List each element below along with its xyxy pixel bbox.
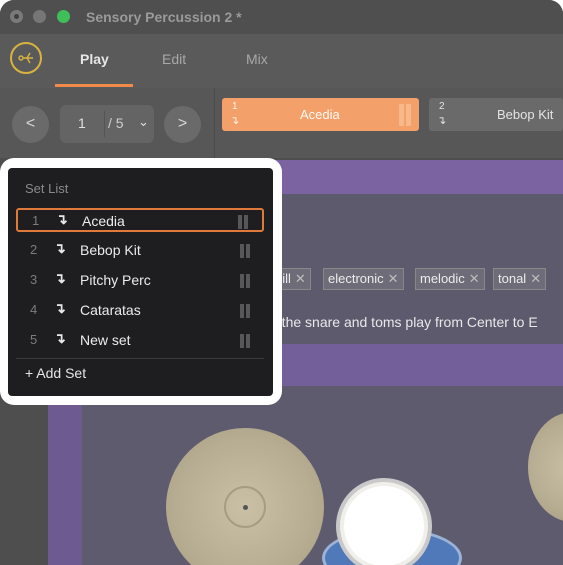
- return-arrow-icon: ↴: [54, 300, 66, 316]
- drag-handle-icon[interactable]: [399, 104, 413, 126]
- tag-label: tonal: [498, 271, 527, 286]
- divider: [214, 88, 215, 158]
- set-number: 2: [30, 242, 38, 257]
- divider: [16, 358, 264, 359]
- remove-tag-icon[interactable]: ✕: [530, 271, 541, 286]
- set-number: 3: [30, 272, 38, 287]
- tag-chip[interactable]: tonal ✕: [493, 268, 547, 290]
- window-title: Sensory Percussion 2 *: [86, 9, 242, 25]
- set-name: Pitchy Perc: [80, 272, 151, 288]
- logo-icon[interactable]: [10, 42, 42, 74]
- title-bar: Sensory Percussion 2 *: [0, 0, 563, 34]
- total-sets: / 5: [108, 115, 124, 131]
- return-arrow-icon: ↴: [54, 330, 66, 346]
- set-number: 4: [30, 302, 38, 317]
- set-chip-1[interactable]: 1 ↴ Acedia: [222, 98, 419, 131]
- current-set-number: 1: [78, 115, 86, 131]
- next-set-button[interactable]: >: [164, 106, 201, 143]
- minimize-window-button[interactable]: [33, 10, 46, 23]
- set-controls-bar: < 1 / 5 ⌄ > 1 ↴ Acedia 2 ↴ Bebop Kit: [0, 88, 563, 158]
- return-arrow-icon: ↴: [437, 115, 447, 127]
- set-name: Cataratas: [80, 302, 141, 318]
- main-nav: Play Edit Mix: [0, 34, 563, 89]
- return-arrow-icon: ↴: [54, 270, 66, 286]
- return-arrow-icon: ↴: [230, 115, 240, 127]
- set-list-item[interactable]: 4 ↴ Cataratas: [16, 299, 264, 323]
- return-arrow-icon: ↴: [54, 240, 66, 256]
- set-chip-index: 2: [439, 101, 445, 112]
- set-description: h the snare and toms play from Center to…: [270, 314, 538, 330]
- add-set-button[interactable]: + Add Set: [25, 365, 86, 381]
- remove-tag-icon[interactable]: ✕: [469, 271, 480, 286]
- set-number: 1: [32, 213, 40, 228]
- set-name: Acedia: [82, 213, 125, 229]
- snare-head: [344, 486, 424, 565]
- close-window-button[interactable]: [10, 10, 23, 23]
- tab-play[interactable]: Play: [80, 51, 109, 67]
- set-number: 5: [30, 332, 38, 347]
- remove-tag-icon[interactable]: ✕: [388, 271, 399, 286]
- tag-label: melodic: [420, 271, 465, 286]
- remove-tag-icon[interactable]: ✕: [295, 271, 306, 286]
- tag-chip[interactable]: electronic ✕: [323, 268, 404, 290]
- drag-handle-icon[interactable]: [240, 274, 252, 288]
- pager-divider: [104, 111, 105, 137]
- set-name: Bebop Kit: [80, 242, 141, 258]
- drum-kit-view: [82, 386, 563, 565]
- side-band: [48, 386, 82, 565]
- drag-handle-icon[interactable]: [240, 304, 252, 318]
- set-name: New set: [80, 332, 131, 348]
- set-chip-name: Bebop Kit: [497, 107, 554, 122]
- set-list-item[interactable]: 1 ↴ Acedia: [16, 208, 264, 232]
- set-list-item[interactable]: 3 ↴ Pitchy Perc: [16, 269, 264, 293]
- set-chip-name: Acedia: [300, 107, 340, 122]
- set-chip-index: 1: [232, 101, 238, 112]
- drag-handle-icon[interactable]: [240, 334, 252, 348]
- app-window: Sensory Percussion 2 * Play Edit Mix < 1…: [0, 0, 563, 565]
- previous-set-button[interactable]: <: [12, 106, 49, 143]
- tag-label: electronic: [328, 271, 384, 286]
- set-list-popup: Set List 1 ↴ Acedia 2 ↴ Bebop Kit 3 ↴ Pi…: [8, 168, 273, 396]
- set-pager[interactable]: 1 / 5 ⌄: [60, 105, 154, 143]
- drag-handle-icon[interactable]: [238, 215, 250, 229]
- set-list-item[interactable]: 5 ↴ New set: [16, 329, 264, 353]
- cymbal-center: [243, 505, 248, 510]
- set-chip-2[interactable]: 2 ↴ Bebop Kit: [429, 98, 563, 131]
- tab-mix[interactable]: Mix: [246, 51, 268, 67]
- drag-handle-icon[interactable]: [240, 244, 252, 258]
- tag-chip[interactable]: melodic ✕: [415, 268, 485, 290]
- set-list-item[interactable]: 2 ↴ Bebop Kit: [16, 239, 264, 263]
- zoom-window-button[interactable]: [57, 10, 70, 23]
- active-tab-indicator: [55, 84, 133, 87]
- chevron-down-icon[interactable]: ⌄: [138, 114, 149, 130]
- return-arrow-icon: ↴: [56, 211, 68, 227]
- tab-edit[interactable]: Edit: [162, 51, 186, 67]
- set-list-title: Set List: [25, 181, 69, 196]
